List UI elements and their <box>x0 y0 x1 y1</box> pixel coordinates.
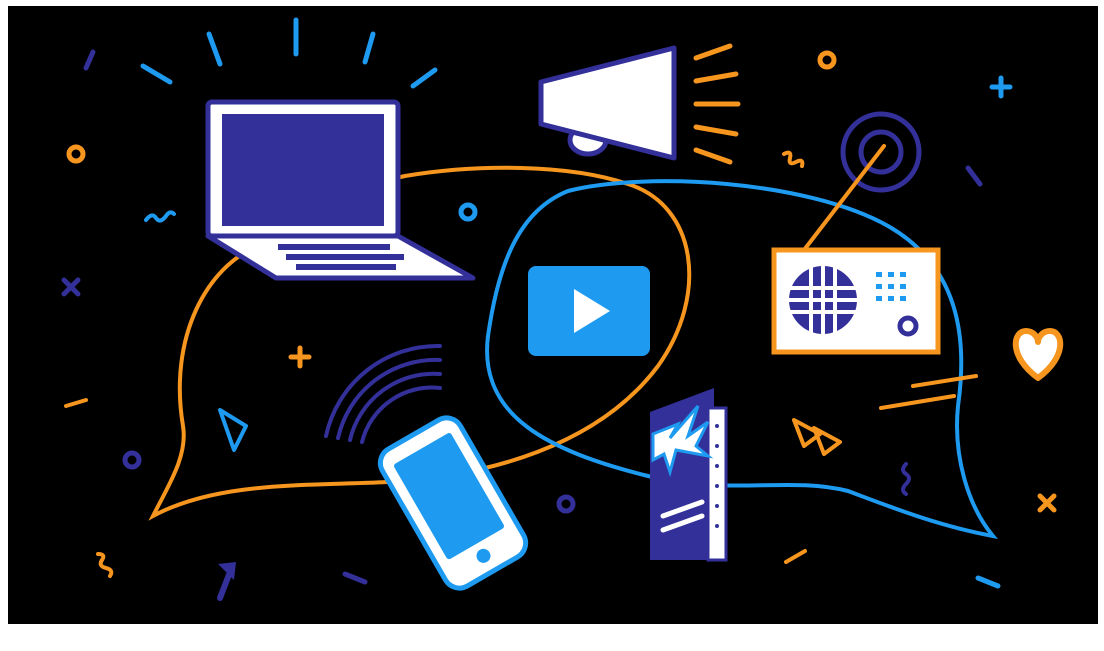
radio-icon <box>771 144 941 355</box>
blue-speech-bubble <box>485 179 999 539</box>
brochure-icon <box>650 388 728 562</box>
illustration-frame <box>8 6 1098 624</box>
heart-icon <box>1012 328 1064 381</box>
cursor-arrow-icon <box>217 562 236 601</box>
laptop-icon <box>205 99 476 281</box>
blue-triangle-icon <box>218 408 248 452</box>
megaphone-icon <box>538 45 677 161</box>
megaphone-sound-lines <box>693 43 741 165</box>
video-play-icon <box>528 266 650 356</box>
fast-forward-icon <box>792 418 842 456</box>
smartphone-icon <box>377 415 529 591</box>
media-illustration <box>61 17 1064 601</box>
burst-lines <box>140 17 438 89</box>
